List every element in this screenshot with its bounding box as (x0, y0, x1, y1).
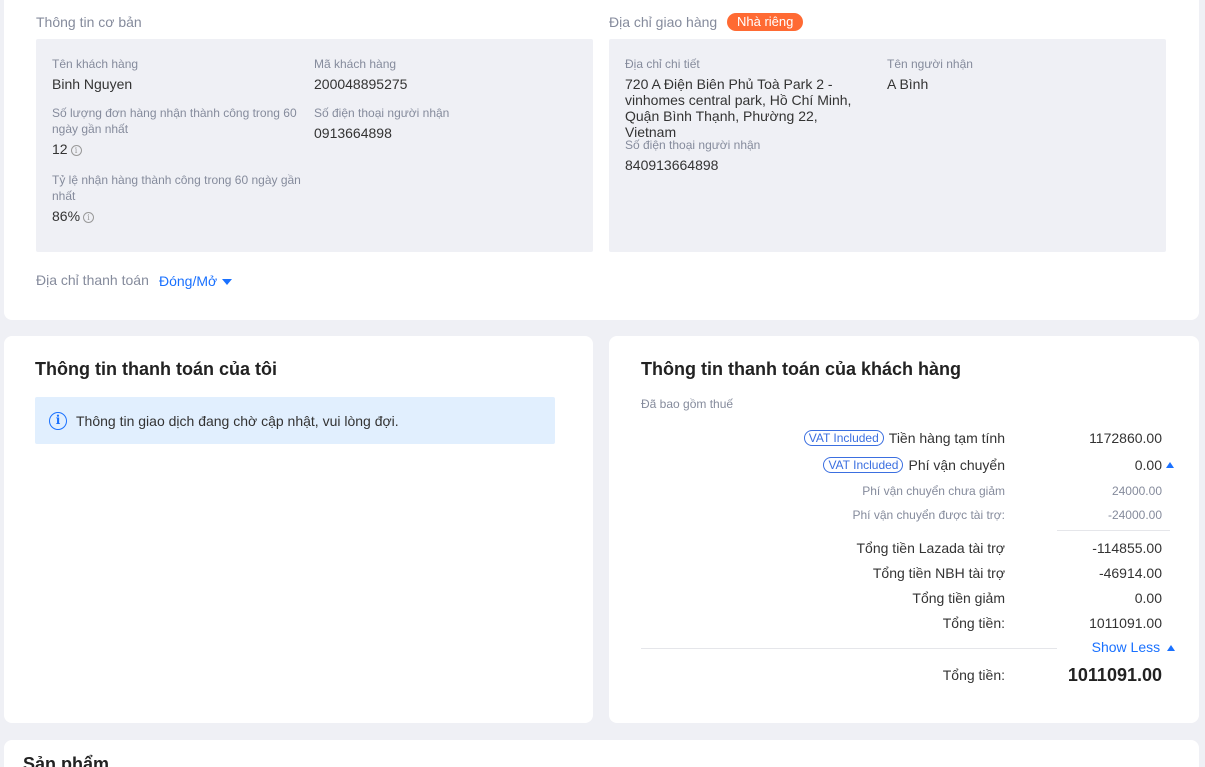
info-icon[interactable]: i (83, 211, 95, 223)
chevron-down-icon (222, 279, 233, 286)
billing-address-label: Địa chỉ thanh toán (36, 272, 149, 288)
lazada-sponsor-row: Tổng tiền Lazada tài trợ -114855.00 (609, 540, 1199, 560)
customer-id: 200048895275 (314, 76, 408, 92)
discount-label: Tổng tiền giảm (912, 590, 1005, 606)
grand-total-row: Tổng tiền: 1011091.00 (609, 665, 1199, 689)
basic-info-box: Tên khách hàng Binh Nguyen Mã khách hàng… (36, 39, 593, 252)
seller-sponsor-label: Tổng tiền NBH tài trợ (872, 565, 1005, 581)
shipping-fee-value: 0.00 (1134, 457, 1162, 473)
products-title: Sản phẩm (23, 754, 110, 767)
pending-notice: i Thông tin giao dịch đang chờ cập nhật,… (35, 397, 555, 444)
address-type-badge: Nhà riêng (727, 13, 804, 31)
divider (1057, 530, 1170, 531)
address-detail-label: Địa chỉ chi tiết (625, 57, 700, 71)
receiver-name-label: Tên người nhận (887, 57, 973, 71)
success-rate: 86% (52, 208, 81, 224)
subtotal-label: Tiền hàng tạm tính (888, 430, 1005, 446)
customer-name-label: Tên khách hàng (52, 57, 139, 71)
receiver-phone: 0913664898 (314, 125, 392, 141)
customer-payment-title: Thông tin thanh toán của khách hàng (641, 359, 961, 379)
total-label: Tổng tiền: (942, 615, 1005, 631)
success-orders: 12 (52, 141, 68, 157)
subtotal-row: VAT Included Tiền hàng tạm tính 1172860.0… (609, 430, 1199, 450)
customer-id-label: Mã khách hàng (314, 57, 397, 71)
success-rate-value: 86% i (52, 208, 95, 224)
receiver-phone-label: Số điện thoại người nhận (314, 106, 450, 120)
success-rate-label: Tỷ lệ nhận hàng thành công trong 60 ngày… (52, 173, 301, 203)
shipping-sponsored-label: Phí vận chuyển được tài trợ: (852, 508, 1005, 522)
total-row: Tổng tiền: 1011091.00 (609, 615, 1199, 635)
show-less-button[interactable]: Show Less (1092, 639, 1175, 655)
lazada-sponsor-label: Tổng tiền Lazada tài trợ (856, 540, 1006, 556)
shipping-original-row: Phí vận chuyển chưa giảm 24000.00 (609, 484, 1199, 504)
seller-sponsor-row: Tổng tiền NBH tài trợ -46914.00 (609, 565, 1199, 585)
tax-note: Đã bao gồm thuế (641, 397, 734, 411)
shipping-phone: 840913664898 (625, 157, 719, 173)
basic-info-label: Thông tin cơ bản (36, 14, 142, 30)
billing-toggle[interactable]: Đóng/Mở (159, 273, 233, 289)
shipping-fee-row: VAT Included Phí vận chuyển 0.00 (609, 457, 1199, 477)
shipping-address-label: Địa chỉ giao hàng (609, 14, 718, 30)
info-icon[interactable]: i (70, 144, 82, 156)
receiver-name: A Bình (887, 76, 929, 92)
seller-sponsor-value: -46914.00 (1098, 565, 1162, 581)
shipping-sponsored-value: -24000.00 (1107, 508, 1162, 522)
shipping-original-value: 24000.00 (1111, 484, 1162, 498)
total-value: 1011091.00 (1089, 615, 1162, 631)
discount-row: Tổng tiền giảm 0.00 (609, 590, 1199, 610)
divider (641, 648, 1057, 649)
success-orders-label: Số lượng đơn hàng nhận thành công trong … (52, 106, 297, 136)
vat-badge: VAT Included (823, 457, 904, 473)
lazada-sponsor-value: -114855.00 (1092, 540, 1162, 556)
customer-name: Binh Nguyen (52, 76, 133, 92)
info-icon: i (49, 411, 67, 430)
billing-toggle-label: Đóng/Mở (159, 273, 218, 289)
success-orders-value: 12 i (52, 141, 82, 157)
grand-total-label: Tổng tiền: (942, 667, 1005, 683)
chevron-up-icon[interactable] (1166, 462, 1174, 468)
address-detail: 720 A Điện Biên Phủ Toà Park 2 - vinhome… (625, 76, 852, 140)
show-less-label: Show Less (1091, 639, 1161, 655)
discount-value: 0.00 (1134, 590, 1162, 606)
subtotal-value: 1172860.00 (1089, 430, 1162, 446)
grand-total-value: 1011091.00 (1067, 665, 1162, 685)
products-card: Sản phẩm (4, 740, 1199, 767)
shipping-fee-label: Phí vận chuyển (908, 457, 1005, 473)
customer-info-card: Thông tin cơ bản Tên khách hàng Binh Ngu… (4, 0, 1199, 320)
shipping-phone-label: Số điện thoại người nhận (625, 138, 761, 152)
pending-notice-text: Thông tin giao dịch đang chờ cập nhật, v… (76, 412, 399, 429)
my-payment-title: Thông tin thanh toán của tôi (35, 359, 277, 379)
shipping-info-box: Địa chỉ chi tiết 720 A Điện Biên Phủ Toà… (609, 39, 1166, 252)
chevron-up-icon (1167, 645, 1175, 652)
my-payment-card: Thông tin thanh toán của tôi i Thông tin… (4, 336, 593, 723)
shipping-sponsored-row: Phí vận chuyển được tài trợ: -24000.00 (609, 508, 1199, 528)
customer-payment-card: Thông tin thanh toán của khách hàng Đã b… (609, 336, 1199, 723)
shipping-original-label: Phí vận chuyển chưa giảm (862, 484, 1005, 498)
vat-badge: VAT Included (803, 430, 884, 446)
